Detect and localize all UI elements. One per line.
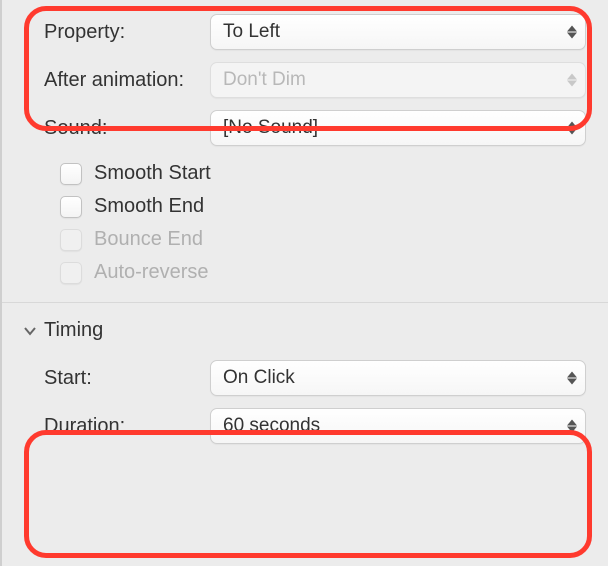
start-row: Start: On Click — [0, 354, 608, 402]
sound-select[interactable]: [No Sound] — [210, 110, 586, 146]
timing-section-header[interactable]: Timing — [0, 302, 608, 354]
duration-select[interactable]: 60 seconds — [210, 408, 586, 444]
auto-reverse-checkbox — [60, 262, 82, 284]
bounce-end-row: Bounce End — [0, 222, 608, 255]
stepper-icon — [567, 122, 577, 135]
smooth-start-label: Smooth Start — [94, 162, 211, 185]
sound-row: Sound: [No Sound] — [0, 104, 608, 152]
after-animation-label: After animation: — [22, 69, 202, 92]
auto-reverse-row: Auto-reverse — [0, 255, 608, 288]
after-animation-row: After animation: Don't Dim — [0, 56, 608, 104]
smooth-start-checkbox[interactable] — [60, 163, 82, 185]
stepper-icon — [567, 420, 577, 433]
start-value: On Click — [223, 367, 295, 389]
smooth-end-label: Smooth End — [94, 195, 204, 218]
property-value: To Left — [223, 21, 280, 43]
after-animation-value: Don't Dim — [223, 69, 306, 91]
smooth-start-row: Smooth Start — [0, 156, 608, 189]
stepper-icon — [567, 372, 577, 385]
duration-label: Duration: — [22, 415, 202, 438]
start-select[interactable]: On Click — [210, 360, 586, 396]
chevron-down-icon — [22, 323, 38, 339]
duration-row: Duration: 60 seconds — [0, 402, 608, 450]
animation-panel: Property: To Left After animation: Don't… — [0, 0, 608, 450]
bounce-end-label: Bounce End — [94, 228, 203, 251]
stepper-icon — [567, 26, 577, 39]
stepper-icon — [567, 74, 577, 87]
timing-title: Timing — [44, 319, 103, 342]
duration-value: 60 seconds — [223, 415, 320, 437]
sound-label: Sound: — [22, 117, 202, 140]
start-label: Start: — [22, 367, 202, 390]
auto-reverse-label: Auto-reverse — [94, 261, 209, 284]
smooth-end-checkbox[interactable] — [60, 196, 82, 218]
after-animation-select: Don't Dim — [210, 62, 586, 98]
property-label: Property: — [22, 21, 202, 44]
property-select[interactable]: To Left — [210, 14, 586, 50]
smooth-end-row: Smooth End — [0, 189, 608, 222]
bounce-end-checkbox — [60, 229, 82, 251]
property-row: Property: To Left — [0, 8, 608, 56]
sound-value: [No Sound] — [223, 117, 318, 139]
